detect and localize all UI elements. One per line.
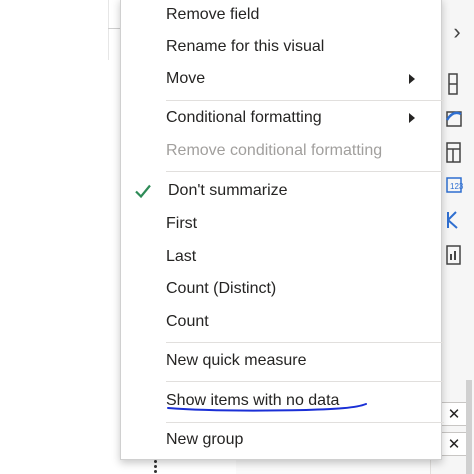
menu-item-conditional-formatting[interactable]: Conditional formatting	[121, 102, 441, 134]
menu-separator	[166, 342, 444, 343]
field-well	[236, 458, 430, 474]
menu-separator	[166, 381, 444, 382]
remove-field-button[interactable]: ✕	[440, 402, 468, 426]
menu-item-label: New quick measure	[166, 352, 307, 369]
menu-item-label: Don't summarize	[168, 182, 288, 199]
pane-divider	[108, 0, 109, 60]
fields-pane	[0, 0, 120, 474]
menu-separator	[166, 171, 444, 172]
menu-item-label: First	[166, 215, 198, 232]
map-chart-icon[interactable]	[441, 106, 465, 130]
close-icon: ✕	[447, 436, 461, 453]
menu-item-dont-summarize[interactable]: Don't summarize	[121, 175, 441, 207]
chevron-right-icon	[409, 113, 415, 123]
annotation-underline	[167, 403, 367, 412]
matrix-chart-icon[interactable]	[441, 140, 465, 164]
scrollbar[interactable]	[466, 380, 472, 474]
table-chart-icon[interactable]	[441, 72, 465, 96]
menu-item-new-group[interactable]: New group	[121, 424, 441, 456]
pane-handle	[108, 28, 120, 29]
more-vertical-icon[interactable]	[151, 458, 159, 474]
menu-item-label: Move	[166, 70, 206, 87]
menu-item-label: Conditional formatting	[166, 109, 322, 126]
menu-item-count-distinct[interactable]: Count (Distinct)	[121, 273, 441, 305]
menu-item-last[interactable]: Last	[121, 241, 441, 273]
menu-item-new-quick-measure[interactable]: New quick measure	[121, 345, 441, 377]
menu-separator	[166, 100, 444, 101]
svg-text:123: 123	[450, 182, 464, 191]
menu-item-label: Count	[166, 313, 209, 330]
paginated-report-icon[interactable]	[441, 242, 465, 266]
close-icon: ✕	[447, 406, 461, 423]
menu-item-label: Rename for this visual	[166, 38, 325, 55]
menu-item-label: Remove conditional formatting	[166, 142, 383, 159]
menu-item-label: Count (Distinct)	[166, 280, 277, 297]
context-menu: Remove field Rename for this visual Move…	[120, 0, 444, 460]
menu-item-label: New group	[166, 431, 244, 448]
check-icon	[135, 184, 151, 199]
menu-item-first[interactable]: First	[121, 208, 441, 240]
menu-item-remove-conditional-formatting: Remove conditional formatting	[121, 135, 441, 167]
chevron-right-icon	[409, 74, 415, 84]
menu-item-move[interactable]: Move	[121, 63, 441, 95]
menu-item-label: Last	[166, 248, 197, 265]
menu-item-rename-for-visual[interactable]: Rename for this visual	[121, 31, 441, 63]
menu-item-label: Remove field	[166, 6, 260, 23]
menu-item-remove-field[interactable]: Remove field	[121, 0, 441, 31]
remove-field-button[interactable]: ✕	[440, 432, 468, 456]
chevron-right-icon[interactable]: ›	[447, 20, 467, 44]
menu-separator	[166, 422, 444, 423]
menu-item-count[interactable]: Count	[121, 306, 441, 338]
card-chart-icon[interactable]: 123	[441, 174, 465, 198]
key-influencers-icon[interactable]	[441, 208, 465, 232]
